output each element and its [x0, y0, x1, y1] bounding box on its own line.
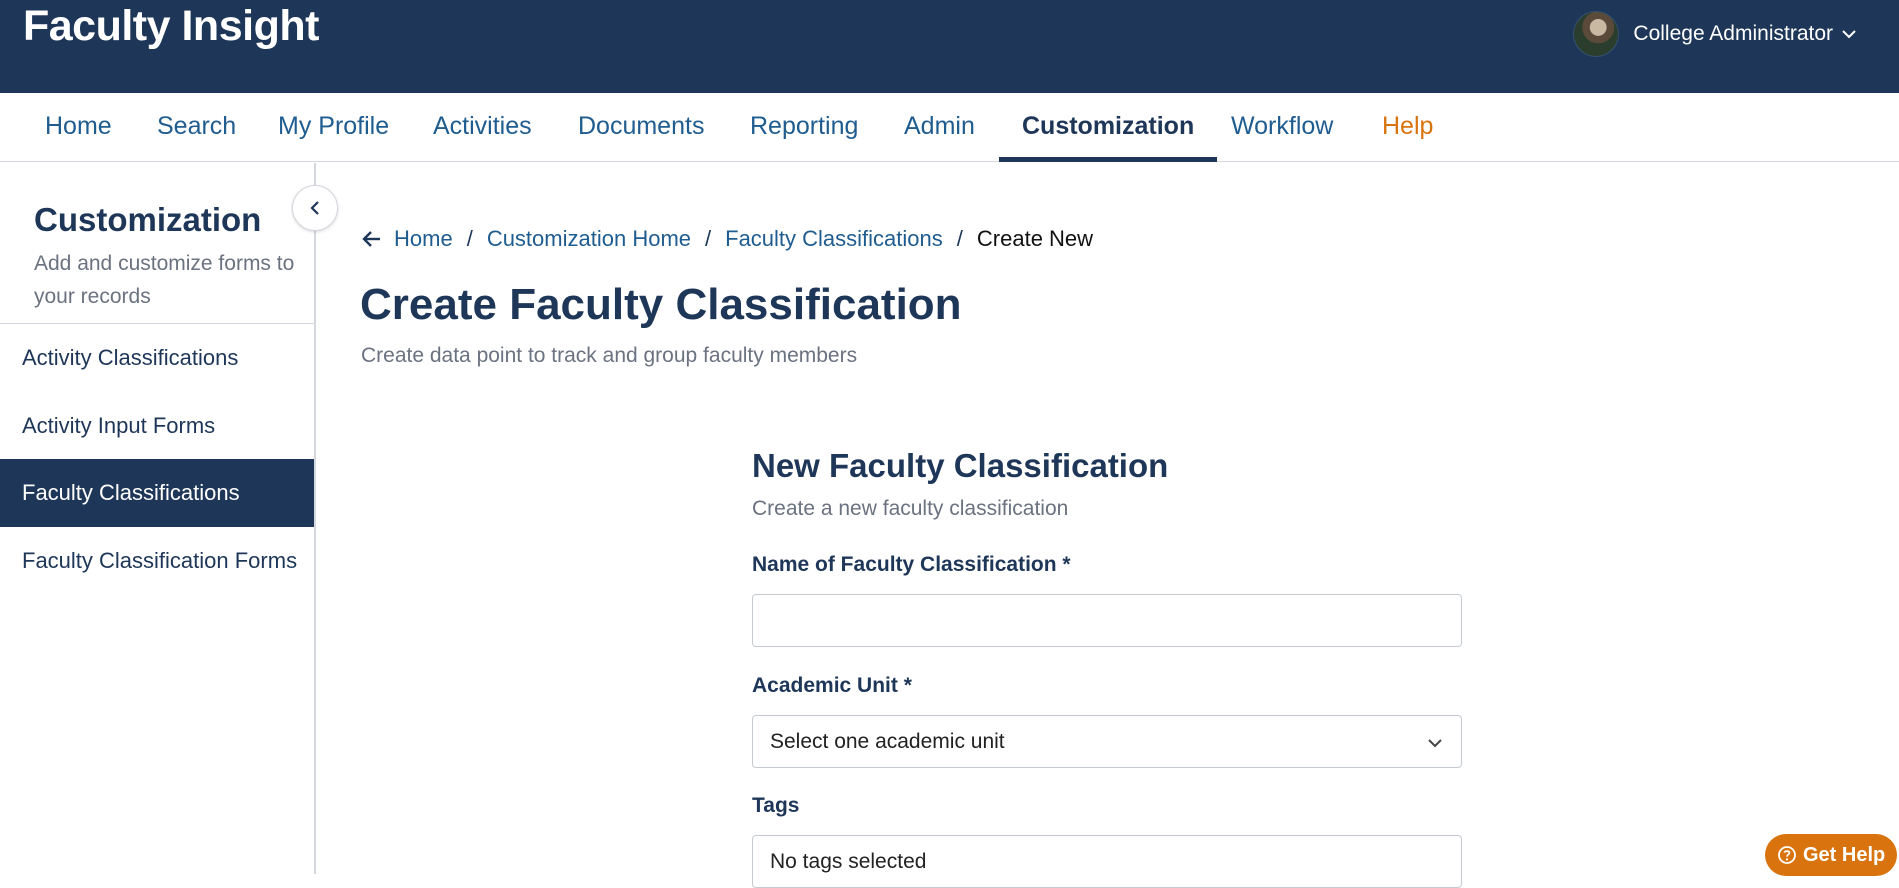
breadcrumb-home[interactable]: Home [394, 226, 453, 252]
sidebar-collapse-button[interactable] [292, 185, 338, 231]
breadcrumb-faculty-classifications[interactable]: Faculty Classifications [725, 226, 943, 252]
breadcrumb-separator: / [956, 226, 963, 251]
nav-my-profile[interactable]: My Profile [255, 93, 412, 162]
arrow-left-icon[interactable] [360, 227, 384, 251]
sidebar-title: Customization [34, 201, 262, 238]
name-field-label: Name of Faculty Classification * [752, 553, 1071, 576]
sidebar: Customization Add and customize forms to… [0, 163, 316, 874]
tags-label: Tags [752, 794, 800, 817]
tags-value: No tags selected [770, 849, 927, 873]
breadcrumb-separator: / [466, 226, 473, 251]
question-circle-icon [1778, 846, 1796, 864]
form-subtitle: Create a new faculty classification [752, 497, 1069, 520]
app-header: Faculty Insight College Administrator [0, 0, 1899, 93]
academic-unit-value: Select one academic unit [770, 729, 1005, 753]
nav-admin[interactable]: Admin [881, 93, 998, 162]
sidebar-subtitle: Add and customize forms to your records [34, 252, 295, 308]
chevron-down-icon[interactable] [1839, 24, 1859, 44]
user-name[interactable]: College Administrator [1633, 22, 1833, 46]
nav-activities[interactable]: Activities [410, 93, 555, 162]
breadcrumb-separator: / [705, 226, 712, 251]
breadcrumb: Home / Customization Home / Faculty Clas… [360, 224, 1093, 254]
nav-workflow[interactable]: Workflow [1208, 93, 1356, 162]
get-help-button[interactable]: Get Help [1765, 834, 1897, 876]
user-avatar[interactable] [1573, 11, 1620, 57]
nav-help[interactable]: Help [1359, 93, 1456, 162]
get-help-label: Get Help [1803, 843, 1886, 866]
tags-select[interactable]: No tags selected [752, 835, 1462, 888]
nav-search[interactable]: Search [134, 93, 259, 162]
app-title[interactable]: Faculty Insight [23, 2, 319, 51]
nav-home[interactable]: Home [22, 93, 135, 162]
form-title: New Faculty Classification [752, 447, 1169, 484]
sidebar-item-faculty-classification-forms[interactable]: Faculty Classification Forms [0, 527, 314, 595]
chevron-left-icon [310, 201, 319, 215]
classification-name-input[interactable] [752, 594, 1462, 647]
sidebar-item-activity-classifications[interactable]: Activity Classifications [0, 324, 314, 392]
breadcrumb-current: Create New [976, 226, 1094, 251]
academic-unit-label: Academic Unit * [752, 674, 912, 697]
sidebar-item-faculty-classifications[interactable]: Faculty Classifications [0, 459, 314, 527]
page-subtitle: Create data point to track and group fac… [361, 344, 858, 367]
sidebar-item-activity-input-forms[interactable]: Activity Input Forms [0, 392, 314, 460]
user-menu[interactable]: College Administrator [1573, 10, 1859, 58]
breadcrumb-customization-home[interactable]: Customization Home [487, 226, 691, 252]
academic-unit-select[interactable]: Select one academic unit [752, 715, 1462, 768]
main-nav: Home Search My Profile Activities Docume… [0, 93, 1899, 162]
nav-documents[interactable]: Documents [555, 93, 727, 162]
chevron-down-icon [1428, 739, 1442, 748]
nav-customization[interactable]: Customization [999, 93, 1218, 162]
page-title: Create Faculty Classification [360, 280, 962, 329]
nav-reporting[interactable]: Reporting [727, 93, 881, 162]
